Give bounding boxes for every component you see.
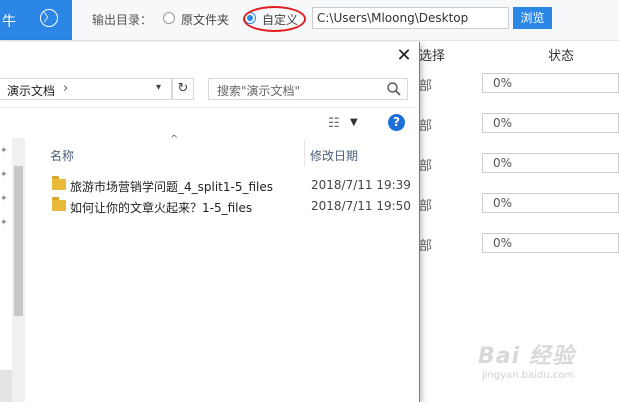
search-icon[interactable] — [386, 81, 402, 97]
sort-ascending-icon: ^ — [170, 134, 179, 145]
radio-source-folder-label[interactable]: 原文件夹 — [181, 11, 229, 28]
nav-pane-selected-item[interactable] — [0, 370, 12, 402]
watermark-url: jingyan.baidu.com — [482, 370, 575, 381]
convert-tab[interactable]: 牛 〉 — [0, 0, 72, 40]
tab-label: 牛 — [2, 14, 16, 30]
column-divider[interactable] — [304, 140, 305, 166]
help-icon[interactable]: ? — [388, 114, 405, 131]
output-path-input[interactable] — [312, 7, 509, 29]
chevron-down-icon[interactable]: ▾ — [156, 82, 161, 93]
column-header-name[interactable]: 名称 — [50, 147, 74, 164]
list-item[interactable]: 如何让你的文章火起来？1-5_files 2018/7/11 19:50 — [48, 197, 419, 217]
list-item-select[interactable]: 部 — [419, 75, 432, 94]
nav-scrollbar[interactable] — [12, 138, 25, 402]
watermark: Bai 经验 jingyan.baidu.com — [478, 338, 608, 388]
list-item-select[interactable]: 部 — [419, 155, 432, 174]
refresh-icon[interactable]: ↻ — [172, 78, 194, 100]
progress-bar: 0% — [482, 233, 619, 253]
pin-icon: ✦ — [0, 194, 8, 204]
divider — [0, 107, 419, 108]
folder-icon — [52, 176, 66, 190]
breadcrumb[interactable]: 演示文档 — [7, 82, 55, 99]
list-item-select[interactable]: 部 — [419, 195, 432, 214]
progress-bar: 0% — [482, 153, 619, 173]
close-icon[interactable]: ✕ — [394, 46, 414, 66]
list-item-select[interactable]: 部 — [419, 235, 432, 254]
file-date: 2018/7/11 19:50 — [311, 199, 411, 213]
progress-bar: 0% — [482, 73, 619, 93]
scrollbar-thumb[interactable] — [14, 166, 23, 316]
file-name: 旅游市场营销学问题_4_split1-5_files — [70, 180, 274, 194]
progress-bar: 0% — [482, 113, 619, 133]
watermark-logo: Bai 经验 — [478, 344, 575, 369]
view-options-icon[interactable]: ☷ — [328, 116, 340, 131]
next-arrow-icon[interactable]: 〉 — [40, 9, 58, 27]
file-date: 2018/7/11 19:39 — [311, 178, 411, 192]
view-dropdown-icon[interactable]: ▼ — [350, 117, 358, 128]
column-header-status: 状态 — [548, 49, 575, 64]
column-header-select: 选择 — [419, 49, 446, 64]
folder-icon — [52, 197, 66, 211]
chevron-right-icon[interactable]: › — [63, 81, 68, 96]
highlight-annotation — [243, 6, 306, 32]
address-bar[interactable]: 演示文档 › ▾ — [0, 78, 172, 100]
progress-bar: 0% — [482, 193, 619, 213]
radio-source-folder[interactable] — [163, 12, 175, 24]
list-item-select[interactable]: 部 — [419, 115, 432, 134]
search-input[interactable]: 搜索"演示文档" — [208, 78, 408, 100]
output-dir-label: 输出目录： — [92, 13, 153, 27]
app-toolbar: 牛 〉 输出目录： 原文件夹 自定义 浏览 — [0, 0, 619, 41]
pin-icon: ✦ — [0, 170, 8, 180]
search-placeholder: 搜索"演示文档" — [217, 84, 301, 98]
column-header-modified[interactable]: 修改日期 — [310, 147, 358, 164]
file-name: 如何让你的文章火起来？1-5_files — [70, 201, 253, 215]
pin-icon: ✦ — [0, 146, 8, 156]
list-item[interactable]: 旅游市场营销学问题_4_split1-5_files 2018/7/11 19:… — [48, 176, 419, 196]
browse-button[interactable]: 浏览 — [513, 7, 552, 29]
pin-icon: ✦ — [0, 218, 8, 228]
navigation-pane[interactable]: ✦ ✦ ✦ ✦ — [0, 138, 12, 402]
folder-picker-dialog: ✕ 演示文档 › ▾ ↻ 搜索"演示文档" ☷ ▼ ? ✦ ✦ ✦ ✦ ^ 名称… — [0, 42, 420, 402]
